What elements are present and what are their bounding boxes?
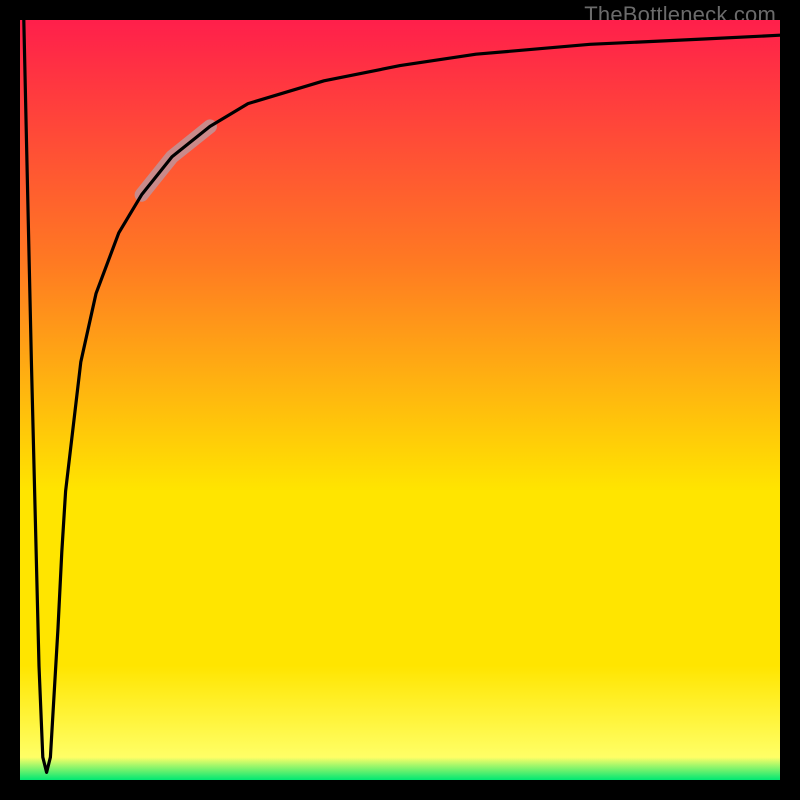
- chart-frame: TheBottleneck.com: [0, 0, 800, 800]
- curve-layer: [20, 20, 780, 780]
- curve-highlight: [142, 126, 210, 194]
- bottleneck-curve: [24, 20, 780, 772]
- plot-area: [20, 20, 780, 780]
